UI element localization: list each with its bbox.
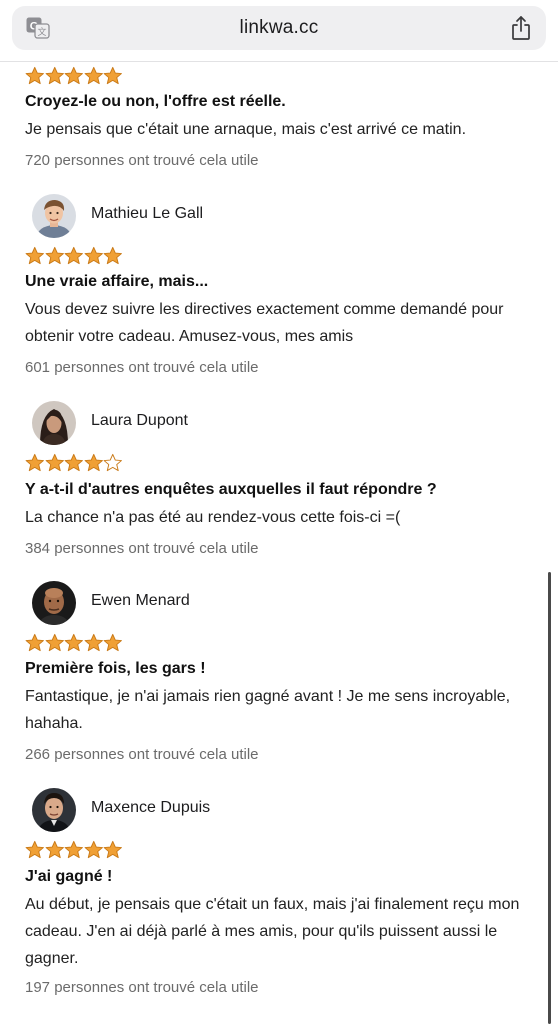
avatar xyxy=(32,401,76,445)
helpful-count: 266 personnes ont trouvé cela utile xyxy=(25,746,259,763)
helpful-count: 601 personnes ont trouvé cela utile xyxy=(25,359,259,376)
star-filled-icon xyxy=(25,246,44,265)
star-rating xyxy=(25,453,123,475)
star-filled-icon xyxy=(84,453,103,472)
review-body: Au début, je pensais que c'était un faux… xyxy=(25,896,520,967)
star-filled-icon xyxy=(25,633,44,652)
star-filled-icon xyxy=(84,633,103,652)
reviews-list: Croyez-le ou non, l'offre est réelle. Je… xyxy=(0,0,558,1024)
star-filled-icon xyxy=(64,840,83,859)
author-name: Ewen Menard xyxy=(91,592,190,609)
helpful-count: 384 personnes ont trouvé cela utile xyxy=(25,540,259,557)
share-icon[interactable] xyxy=(510,15,532,41)
star-filled-icon xyxy=(103,840,122,859)
star-filled-icon xyxy=(103,633,122,652)
review-body: La chance n'a pas été au rendez-vous cet… xyxy=(25,509,401,526)
star-rating xyxy=(25,66,123,88)
star-filled-icon xyxy=(25,66,44,85)
avatar xyxy=(32,581,76,625)
star-filled-icon xyxy=(103,66,122,85)
star-filled-icon xyxy=(45,840,64,859)
avatar xyxy=(32,194,76,238)
review-title: J'ai gagné ! xyxy=(25,868,113,885)
star-filled-icon xyxy=(103,246,122,265)
star-filled-icon xyxy=(25,840,44,859)
review-title: Croyez-le ou non, l'offre est réelle. xyxy=(25,93,286,110)
author-name: Laura Dupont xyxy=(91,412,188,429)
star-rating xyxy=(25,840,123,862)
avatar xyxy=(32,788,76,832)
star-rating xyxy=(25,246,123,268)
star-filled-icon xyxy=(45,633,64,652)
star-filled-icon xyxy=(25,453,44,472)
star-filled-icon xyxy=(64,633,83,652)
address-bar[interactable]: G 文 linkwa.cc xyxy=(12,6,546,50)
star-filled-icon xyxy=(84,246,103,265)
author-name: Mathieu Le Gall xyxy=(91,205,204,222)
helpful-count: 720 personnes ont trouvé cela utile xyxy=(25,152,259,169)
review-title: Une vraie affaire, mais... xyxy=(25,273,209,290)
scrollbar[interactable] xyxy=(548,572,551,1024)
helpful-count: 197 personnes ont trouvé cela utile xyxy=(25,979,259,996)
star-filled-icon xyxy=(64,246,83,265)
review-title: Première fois, les gars ! xyxy=(25,660,206,677)
star-filled-icon xyxy=(84,840,103,859)
star-empty-icon xyxy=(103,453,122,472)
review-body: Je pensais que c'était une arnaque, mais… xyxy=(25,121,467,138)
star-filled-icon xyxy=(45,246,64,265)
star-filled-icon xyxy=(64,66,83,85)
review-title: Y a-t-il d'autres enquêtes auxquelles il… xyxy=(25,481,437,498)
browser-toolbar: G 文 linkwa.cc xyxy=(0,0,558,62)
star-filled-icon xyxy=(64,453,83,472)
review-body: Vous devez suivre les directives exactem… xyxy=(25,301,504,345)
star-filled-icon xyxy=(84,66,103,85)
url-text[interactable]: linkwa.cc xyxy=(12,17,546,39)
author-name: Maxence Dupuis xyxy=(91,799,211,816)
star-filled-icon xyxy=(45,66,64,85)
star-filled-icon xyxy=(45,453,64,472)
star-rating xyxy=(25,633,123,655)
review-body: Fantastique, je n'ai jamais rien gagné a… xyxy=(25,688,511,732)
